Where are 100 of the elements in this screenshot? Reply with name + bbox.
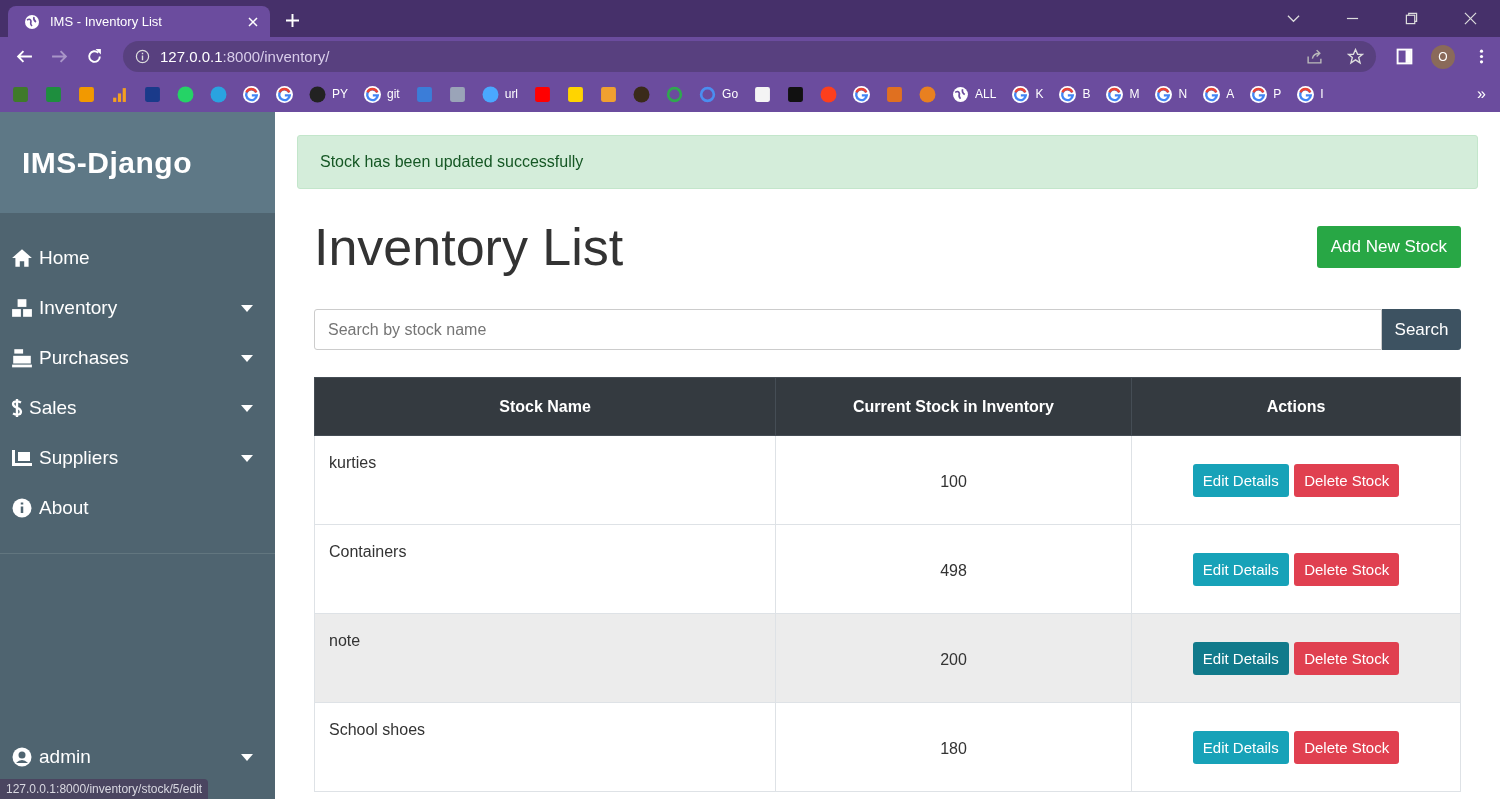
info-icon	[11, 498, 33, 518]
caret-icon	[241, 753, 253, 761]
globe-icon	[24, 13, 40, 30]
google-icon	[364, 85, 381, 103]
restore-icon[interactable]	[1405, 12, 1418, 25]
bookmark-label: ALL	[975, 87, 997, 101]
share-icon[interactable]	[1306, 48, 1323, 65]
delete-button[interactable]: Delete Stock	[1294, 642, 1400, 675]
google-icon	[243, 85, 260, 103]
google-icon	[1059, 85, 1077, 103]
sidebar-item[interactable]: Suppliers	[0, 433, 275, 483]
table-cell: 180	[775, 702, 1132, 792]
url-text: 127.0.0.1:8000/inventory/	[160, 48, 330, 65]
google-icon	[276, 85, 293, 103]
google-icon	[853, 85, 871, 103]
tab-title: IMS - Inventory List	[50, 14, 163, 29]
table-cell: School shoes	[314, 702, 776, 792]
search-field[interactable]: Search by stock name	[314, 309, 1382, 350]
bookmark[interactable]: git	[364, 85, 400, 103]
menu-label: Suppliers	[39, 447, 120, 469]
bookmark[interactable]: B	[1059, 85, 1091, 103]
sidebar-item[interactable]: Home	[0, 233, 275, 283]
google-icon	[1012, 85, 1030, 103]
edit-button[interactable]: Edit Details	[1192, 642, 1289, 675]
user-icon	[11, 747, 33, 767]
new-tab-icon[interactable]	[286, 14, 299, 27]
google-icon	[1155, 85, 1173, 103]
user-menu[interactable]: admin	[0, 737, 275, 777]
bookmark-label: K	[1035, 87, 1044, 101]
boxes-icon	[11, 298, 33, 318]
profile-avatar[interactable]: O	[1431, 44, 1455, 69]
info-icon	[135, 49, 150, 64]
brand-title[interactable]: IMS-Django	[22, 145, 192, 180]
bookmark[interactable]: A	[1203, 85, 1235, 103]
status-tooltip: 127.0.0.1:8000/inventory/stock/5/edit	[0, 779, 209, 799]
close-icon[interactable]	[1464, 12, 1477, 25]
table-cell: 200	[775, 613, 1132, 703]
menu-label: Inventory	[39, 297, 119, 319]
delete-button[interactable]: Delete Stock	[1294, 731, 1400, 764]
reload-icon[interactable]	[86, 48, 103, 65]
menu-label: Home	[39, 247, 91, 269]
column-header: Stock Name	[314, 377, 776, 436]
add-stock-button[interactable]: Add New Stock	[1316, 226, 1461, 268]
menu-label: Purchases	[39, 347, 130, 369]
column-header: Current Stock in Inventory	[775, 377, 1132, 436]
more-bookmarks-button[interactable]: »	[1477, 85, 1486, 103]
caret-icon	[241, 454, 253, 462]
forward-icon[interactable]	[51, 48, 68, 65]
address-bar[interactable]: 127.0.0.1:8000/inventory/	[123, 41, 1376, 72]
google-icon	[1203, 85, 1221, 103]
sidebar-item[interactable]: Inventory	[0, 283, 275, 333]
delete-button[interactable]: Delete Stock	[1294, 464, 1400, 497]
caret-icon	[241, 404, 253, 412]
bookmark[interactable]: P	[1250, 85, 1282, 103]
bookmark[interactable]: Go	[699, 85, 739, 103]
side-panel-icon[interactable]	[1396, 48, 1413, 65]
table-cell: 498	[775, 524, 1132, 614]
bookmark[interactable]: ALL	[952, 85, 997, 103]
bookmark[interactable]: K	[1012, 85, 1044, 103]
cash-register-icon	[11, 348, 33, 368]
bookmark-label: I	[1320, 87, 1324, 101]
bookmark-label: PY	[332, 87, 348, 101]
table-cell: note	[314, 613, 776, 703]
star-icon[interactable]	[1347, 48, 1364, 65]
google-icon	[1106, 85, 1124, 103]
menu-label: Sales	[29, 397, 78, 419]
sidebar-item[interactable]: Sales	[0, 383, 275, 433]
bookmark-label: M	[1129, 87, 1140, 101]
bookmark-label: git	[387, 87, 400, 101]
table-cell: 100	[775, 435, 1132, 525]
globe-icon	[952, 85, 970, 103]
menu-label: About	[39, 497, 90, 519]
column-header: Actions	[1131, 377, 1461, 436]
google-icon	[1297, 85, 1315, 103]
bookmark-label: url	[504, 87, 519, 101]
chevron-down-icon[interactable]	[1287, 12, 1300, 25]
browser-tab[interactable]: IMS - Inventory List	[8, 6, 270, 37]
bookmark-label: A	[1226, 87, 1235, 101]
caret-icon	[241, 354, 253, 362]
bookmark[interactable]: I	[1297, 85, 1324, 103]
caret-icon	[241, 304, 253, 312]
bookmark-label: Go	[722, 87, 739, 101]
delete-button[interactable]: Delete Stock	[1294, 553, 1400, 586]
bookmark[interactable]: url	[481, 85, 519, 103]
bookmark-label: N	[1178, 87, 1188, 101]
bookmark[interactable]: PY	[309, 85, 348, 103]
dolly-icon	[11, 448, 33, 468]
bookmark-label: P	[1273, 87, 1282, 101]
sidebar-item[interactable]: About	[0, 483, 275, 533]
table-cell: kurties	[314, 435, 776, 525]
home-icon	[11, 248, 33, 268]
back-icon[interactable]	[16, 48, 33, 65]
bookmark-label: B	[1082, 87, 1091, 101]
bookmark[interactable]: M	[1106, 85, 1140, 103]
sidebar-item[interactable]: Purchases	[0, 333, 275, 383]
search-button[interactable]: Search	[1382, 309, 1461, 350]
bookmark[interactable]: N	[1155, 85, 1188, 103]
google-icon	[1250, 85, 1268, 103]
dollar-icon	[11, 398, 23, 418]
page-title: Inventory List	[314, 217, 624, 277]
